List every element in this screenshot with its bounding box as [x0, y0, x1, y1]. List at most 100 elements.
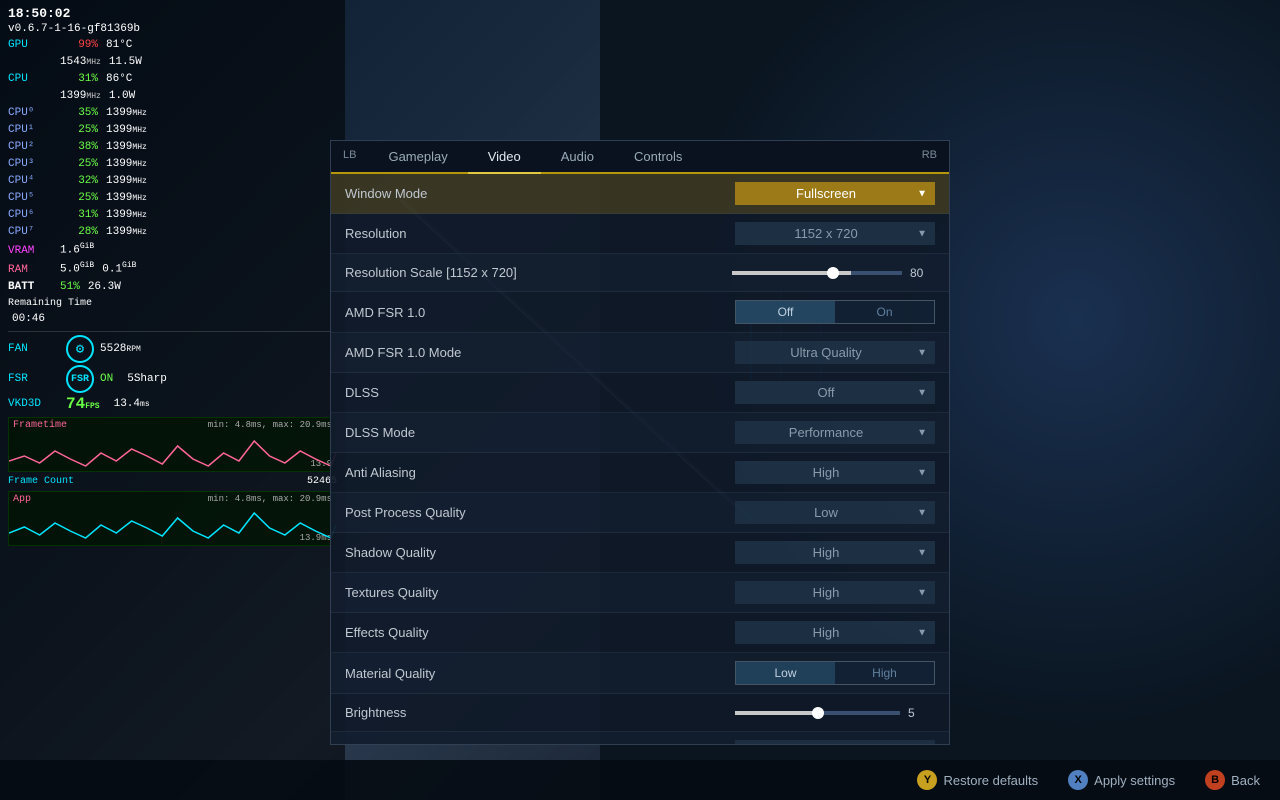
setting-brightness-control[interactable]: 5	[635, 706, 935, 720]
hud-batt-remaining-row: Remaining Time	[8, 296, 337, 312]
post-process-dropdown[interactable]: Low Medium High Epic	[735, 501, 935, 524]
tab-video[interactable]: Video	[468, 141, 541, 174]
amd-fsr-toggle[interactable]: Off On	[735, 300, 935, 324]
hud-ram-label: RAM	[8, 262, 60, 279]
tab-audio[interactable]: Audio	[541, 141, 614, 174]
setting-blur: Blur Epic High Medium Low Off	[331, 732, 949, 744]
textures-quality-dropdown[interactable]: High Medium Low	[735, 581, 935, 604]
setting-dlss-control[interactable]: Off On	[635, 381, 935, 404]
window-mode-dropdown-wrap[interactable]: Fullscreen Windowed Borderless	[735, 182, 935, 205]
setting-window-mode: Window Mode Fullscreen Windowed Borderle…	[331, 174, 949, 214]
setting-window-mode-control[interactable]: Fullscreen Windowed Borderless	[635, 182, 935, 205]
hud-gpu-usage: 99%	[60, 37, 98, 54]
hud-fsr-val: ON	[100, 373, 113, 385]
resolution-scale-slider[interactable]	[732, 271, 902, 275]
hud-gpu-clock-row: 1543MHz 11.5W	[8, 54, 337, 71]
dlss-dropdown[interactable]: Off On	[735, 381, 935, 404]
back-label: Back	[1231, 773, 1260, 788]
blur-dropdown-wrap[interactable]: Epic High Medium Low Off	[735, 740, 935, 744]
restore-defaults-button[interactable]: Y Restore defaults	[917, 770, 1038, 790]
hud-gpu-label: GPU	[8, 37, 60, 54]
tab-controls[interactable]: Controls	[614, 141, 702, 174]
hud-core-1-clock: 1399MHz	[106, 122, 147, 139]
setting-resolution-label: Resolution	[345, 226, 635, 241]
post-process-dropdown-wrap[interactable]: Low Medium High Epic	[735, 501, 935, 524]
amd-fsr-toggle-on[interactable]: On	[835, 301, 934, 323]
blur-dropdown[interactable]: Epic High Medium Low Off	[735, 740, 935, 744]
hud-core-7-row: CPU⁷ 28% 1399MHz	[8, 224, 337, 241]
setting-brightness: Brightness 5	[331, 694, 949, 732]
hud-core-5-clock: 1399MHz	[106, 190, 147, 207]
tab-gameplay[interactable]: Gameplay	[368, 141, 467, 174]
setting-textures-quality-control[interactable]: High Medium Low	[635, 581, 935, 604]
hud-core-0-usage: 35%	[60, 105, 98, 122]
hud-batt-label: BATT	[8, 279, 60, 296]
setting-resolution-scale: Resolution Scale [1152 x 720] 80	[331, 254, 949, 292]
dlss-mode-dropdown-wrap[interactable]: Performance Quality Balanced	[735, 421, 935, 444]
settings-panel: LB Gameplay Video Audio Controls RB Wind…	[330, 140, 950, 745]
hud-ram-swap: 0.1GiB	[102, 260, 136, 279]
amd-fsr-toggle-off[interactable]: Off	[736, 301, 835, 323]
shadow-quality-dropdown[interactable]: High Medium Low	[735, 541, 935, 564]
resolution-dropdown[interactable]: 1152 x 720 1920 x 1080 2560 x 1440	[735, 222, 935, 245]
hud-batt-power: 26.3W	[88, 279, 121, 296]
setting-material-quality-control[interactable]: Low High	[635, 661, 935, 685]
setting-amd-fsr-control[interactable]: Off On	[635, 300, 935, 324]
dlss-dropdown-wrap[interactable]: Off On	[735, 381, 935, 404]
setting-amd-fsr-label: AMD FSR 1.0	[345, 305, 635, 320]
setting-window-mode-label: Window Mode	[345, 186, 635, 201]
hud-panel: 18:50:02 v0.6.7-1-16-gf81369b GPU 99% 81…	[0, 0, 345, 800]
material-high-btn[interactable]: High	[835, 662, 934, 684]
amd-fsr-mode-dropdown-wrap[interactable]: Ultra Quality Quality Balanced Performan…	[735, 341, 935, 364]
setting-dlss-mode-control[interactable]: Performance Quality Balanced	[635, 421, 935, 444]
hud-ram-row: RAM 5.0GiB 0.1GiB	[8, 260, 337, 279]
resolution-scale-val: 80	[910, 266, 935, 280]
setting-blur-control[interactable]: Epic High Medium Low Off	[635, 740, 935, 744]
hud-cpu-power: 1.0W	[109, 88, 135, 105]
setting-material-quality: Material Quality Low High	[331, 653, 949, 694]
hud-vkd3d-ms: 13.4ms	[114, 398, 150, 410]
material-quality-toggle[interactable]: Low High	[735, 661, 935, 685]
hud-core-4-row: CPU⁴ 32% 1399MHz	[8, 173, 337, 190]
app-graph: App min: 4.8ms, max: 20.9ms 13.9ms	[8, 491, 337, 546]
setting-resolution-scale-control[interactable]: 80	[635, 266, 935, 280]
setting-resolution-control[interactable]: 1152 x 720 1920 x 1080 2560 x 1440	[635, 222, 935, 245]
shadow-quality-dropdown-wrap[interactable]: High Medium Low	[735, 541, 935, 564]
setting-shadow-quality: Shadow Quality High Medium Low	[331, 533, 949, 573]
hud-vram-row: VRAM 1.6GiB	[8, 241, 337, 260]
frame-count-row: Frame Count 52465	[8, 476, 337, 487]
setting-textures-quality: Textures Quality High Medium Low	[331, 573, 949, 613]
resolution-dropdown-wrap[interactable]: 1152 x 720 1920 x 1080 2560 x 1440	[735, 222, 935, 245]
anti-aliasing-dropdown-wrap[interactable]: High Medium Low Off	[735, 461, 935, 484]
setting-dlss-label: DLSS	[345, 385, 635, 400]
setting-shadow-quality-control[interactable]: High Medium Low	[635, 541, 935, 564]
frametime-label: Frametime	[13, 420, 67, 431]
setting-post-process-control[interactable]: Low Medium High Epic	[635, 501, 935, 524]
frametime-graph-svg	[9, 431, 336, 471]
effects-quality-dropdown-wrap[interactable]: High Medium Low	[735, 621, 935, 644]
hud-core-4-usage: 32%	[60, 173, 98, 190]
hud-cpu-clock-row: 1399MHz 1.0W	[8, 88, 337, 105]
textures-quality-dropdown-wrap[interactable]: High Medium Low	[735, 581, 935, 604]
app-minmax: min: 4.8ms, max: 20.9ms	[208, 494, 332, 504]
amd-fsr-mode-dropdown[interactable]: Ultra Quality Quality Balanced Performan…	[735, 341, 935, 364]
hud-gpu-row: GPU 99% 81°C	[8, 37, 337, 54]
hud-cpu-clock: 1399MHz	[60, 88, 101, 105]
window-mode-dropdown[interactable]: Fullscreen Windowed Borderless	[735, 182, 935, 205]
brightness-slider[interactable]	[735, 711, 900, 715]
tab-rb[interactable]: RB	[910, 141, 949, 172]
material-low-btn[interactable]: Low	[736, 662, 835, 684]
back-button[interactable]: B Back	[1205, 770, 1260, 790]
tab-lb[interactable]: LB	[331, 141, 368, 172]
dlss-mode-dropdown[interactable]: Performance Quality Balanced	[735, 421, 935, 444]
apply-settings-button[interactable]: X Apply settings	[1068, 770, 1175, 790]
apply-settings-label: Apply settings	[1094, 773, 1175, 788]
anti-aliasing-dropdown[interactable]: High Medium Low Off	[735, 461, 935, 484]
setting-anti-aliasing-control[interactable]: High Medium Low Off	[635, 461, 935, 484]
setting-textures-quality-label: Textures Quality	[345, 585, 635, 600]
brightness-slider-wrap: 5	[735, 706, 935, 720]
hud-core-3-row: CPU³ 25% 1399MHz	[8, 156, 337, 173]
setting-amd-fsr-mode-control[interactable]: Ultra Quality Quality Balanced Performan…	[635, 341, 935, 364]
setting-effects-quality-control[interactable]: High Medium Low	[635, 621, 935, 644]
effects-quality-dropdown[interactable]: High Medium Low	[735, 621, 935, 644]
